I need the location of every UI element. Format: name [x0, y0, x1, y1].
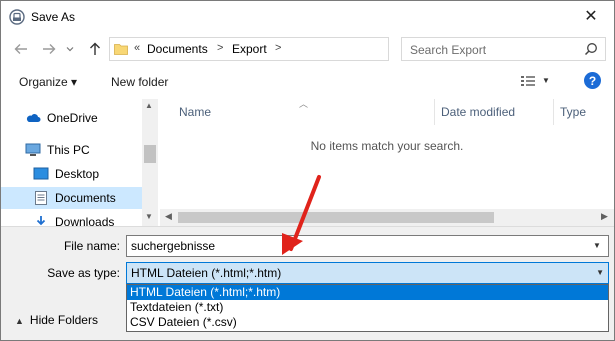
- column-divider[interactable]: [553, 99, 554, 125]
- desktop-icon: [33, 167, 49, 180]
- recent-locations-button[interactable]: [63, 39, 77, 59]
- navigation-pane[interactable]: OneDrive This PC Desktop Documents Downl…: [1, 99, 142, 227]
- search-icon: [584, 43, 597, 56]
- cloud-icon: [26, 114, 41, 122]
- breadcrumb-separator[interactable]: >: [217, 42, 223, 54]
- navigation-bar: « Documents > Export > Search Export: [1, 35, 614, 63]
- sidebar-item-label: OneDrive: [47, 111, 98, 125]
- type-option-txt[interactable]: Textdateien (*.txt): [127, 300, 608, 315]
- search-input[interactable]: Search Export: [401, 37, 606, 61]
- arrow-up-icon: [90, 42, 100, 55]
- horizontal-scrollbar[interactable]: ◀ ▶: [160, 209, 614, 226]
- command-bar: Organize ▾ New folder ▼ ?: [1, 67, 614, 97]
- column-header-type[interactable]: Type: [560, 105, 586, 119]
- app-icon: [9, 9, 25, 25]
- scroll-up-arrow[interactable]: ▲: [145, 101, 153, 110]
- column-divider[interactable]: [434, 99, 435, 125]
- content-area: OneDrive This PC Desktop Documents Downl…: [1, 98, 614, 227]
- chevron-down-icon: [66, 47, 74, 52]
- view-options-icon[interactable]: [520, 74, 536, 88]
- chevron-down-icon: ▼: [596, 268, 604, 277]
- organize-menu[interactable]: Organize ▾: [19, 75, 77, 89]
- save-type-dropdown-list[interactable]: HTML Dateien (*.html;*.htm) Textdateien …: [126, 284, 609, 332]
- navigation-scrollbar[interactable]: ▲ ▼: [142, 99, 158, 227]
- document-icon: [35, 191, 47, 205]
- save-form: File name: ▼ Save as type: HTML Dateien …: [1, 226, 614, 340]
- scrollbar-thumb[interactable]: [178, 212, 494, 223]
- new-folder-button[interactable]: New folder: [111, 75, 168, 89]
- file-name-field[interactable]: [126, 235, 609, 257]
- breadcrumb-documents[interactable]: Documents: [147, 42, 208, 56]
- sidebar-item-downloads[interactable]: Downloads: [1, 211, 142, 227]
- scroll-right-arrow[interactable]: ▶: [601, 211, 608, 222]
- sidebar-item-this-pc[interactable]: This PC: [1, 139, 142, 161]
- save-type-label: Save as type:: [47, 266, 120, 280]
- file-list[interactable]: ︿ Name Date modified Type No items match…: [160, 99, 614, 227]
- hide-folders-label: Hide Folders: [29, 313, 98, 327]
- breadcrumb-export[interactable]: Export: [232, 42, 267, 56]
- back-button[interactable]: [11, 39, 31, 59]
- title-bar: Save As ✕: [1, 1, 614, 33]
- up-button[interactable]: [85, 39, 105, 59]
- help-icon: ?: [588, 73, 597, 88]
- column-header-date-modified[interactable]: Date modified: [441, 105, 515, 119]
- arrow-right-icon: [43, 44, 56, 54]
- sidebar-item-desktop[interactable]: Desktop: [1, 163, 142, 185]
- save-type-value: HTML Dateien (*.html;*.htm): [131, 266, 282, 280]
- sidebar-item-documents[interactable]: Documents: [1, 187, 142, 209]
- window-title: Save As: [31, 10, 76, 24]
- type-option-html[interactable]: HTML Dateien (*.html;*.htm): [127, 285, 608, 300]
- help-button[interactable]: ?: [584, 72, 601, 89]
- file-name-label: File name:: [63, 239, 120, 253]
- breadcrumb-overflow[interactable]: «: [134, 42, 140, 54]
- close-icon: ✕: [584, 8, 598, 25]
- sidebar-item-label: Documents: [55, 191, 116, 205]
- save-as-dialog: Save As ✕ « Documents > Export > Search …: [0, 0, 615, 341]
- view-dropdown-arrow[interactable]: ▼: [542, 76, 550, 85]
- hide-folders-button[interactable]: ▲ Hide Folders: [15, 313, 98, 327]
- sidebar-item-onedrive[interactable]: OneDrive: [1, 107, 142, 129]
- arrow-left-icon: [14, 44, 27, 54]
- sidebar-item-label: This PC: [47, 143, 90, 157]
- scrollbar-thumb[interactable]: [144, 145, 156, 163]
- scroll-down-arrow[interactable]: ▼: [145, 212, 153, 221]
- address-bar[interactable]: « Documents > Export >: [109, 37, 484, 61]
- sidebar-item-label: Desktop: [55, 167, 100, 181]
- computer-icon: [25, 143, 41, 156]
- sort-indicator-icon: ︿: [299, 99, 309, 109]
- chevron-up-icon: ▲: [15, 316, 24, 326]
- close-button[interactable]: ✕: [568, 1, 614, 31]
- type-option-csv[interactable]: CSV Dateien (*.csv): [127, 315, 608, 330]
- folder-icon: [114, 44, 128, 55]
- search-placeholder: Search Export: [410, 43, 487, 57]
- breadcrumb-separator[interactable]: >: [275, 42, 281, 54]
- file-name-dropdown-arrow[interactable]: ▼: [593, 241, 601, 250]
- save-type-select[interactable]: HTML Dateien (*.html;*.htm) ▼: [126, 262, 609, 284]
- column-header-name[interactable]: Name: [179, 105, 211, 119]
- empty-state-message: No items match your search.: [310, 139, 464, 153]
- forward-button[interactable]: [39, 39, 59, 59]
- scroll-left-arrow[interactable]: ◀: [165, 211, 172, 222]
